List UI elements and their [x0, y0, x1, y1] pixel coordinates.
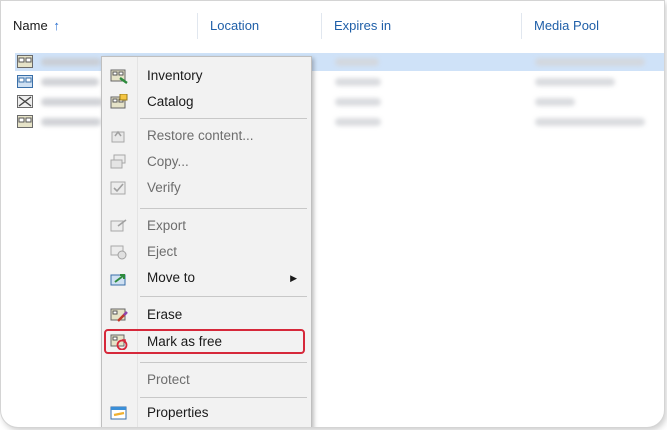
column-header: Name ↑ Location Expires in Media Pool: [1, 1, 664, 41]
restore-icon: [111, 130, 125, 143]
menu-item-move-to[interactable]: Move to ▶: [102, 265, 311, 291]
menu-separator: [140, 296, 307, 297]
menu-item-inventory[interactable]: Inventory: [102, 63, 311, 89]
column-name-label: Name: [13, 18, 48, 33]
sort-ascending-icon: ↑: [53, 18, 60, 33]
blurred-expires: [335, 78, 381, 86]
menu-item-properties[interactable]: Properties: [102, 400, 311, 426]
tape-media-icon: [17, 55, 33, 68]
highlight-box-mark-as-free: [104, 329, 305, 354]
menu-item-protect[interactable]: Protect: [102, 367, 311, 393]
column-expires-in[interactable]: Expires in: [321, 13, 521, 39]
copy-icon: [110, 154, 126, 169]
catalog-icon: [110, 94, 128, 109]
move-to-icon: [110, 274, 126, 286]
context-menu: Inventory Catalog Restore content... Cop…: [101, 56, 312, 427]
menu-item-restore-content[interactable]: Restore content...: [102, 123, 311, 149]
blurred-expires: [335, 98, 381, 106]
blurred-name: [41, 78, 99, 86]
blurred-pool: [535, 58, 645, 66]
menu-separator: [140, 208, 307, 209]
blurred-name: [41, 58, 101, 66]
blurred-name: [41, 118, 101, 126]
column-media-pool[interactable]: Media Pool: [521, 13, 664, 39]
export-icon: [110, 219, 127, 232]
blurred-pool: [535, 78, 615, 86]
column-location[interactable]: Location: [197, 13, 321, 39]
erase-icon: [110, 308, 128, 322]
menu-separator: [140, 118, 307, 119]
submenu-arrow-icon: ▶: [290, 273, 297, 283]
tape-media-icon: [17, 115, 33, 128]
menu-item-eject[interactable]: Eject: [102, 239, 311, 265]
blurred-expires: [335, 58, 379, 66]
eject-icon: [110, 245, 127, 260]
menu-item-catalog[interactable]: Catalog: [102, 89, 311, 115]
inventory-icon: [110, 69, 128, 84]
menu-separator: [140, 397, 307, 398]
column-name[interactable]: Name ↑: [1, 13, 197, 39]
verify-icon: [110, 181, 126, 195]
menu-item-copy[interactable]: Copy...: [102, 149, 311, 175]
menu-item-erase[interactable]: Erase: [102, 302, 311, 328]
menu-item-verify[interactable]: Verify: [102, 175, 311, 201]
blurred-pool: [535, 118, 645, 126]
properties-icon: [110, 406, 127, 420]
menu-separator: [140, 362, 307, 363]
tape-media-icon: [17, 75, 33, 88]
blurred-pool: [535, 98, 575, 106]
blurred-expires: [335, 118, 381, 126]
media-list-window: Name ↑ Location Expires in Media Pool In…: [0, 0, 665, 428]
menu-item-export[interactable]: Export: [102, 213, 311, 239]
blurred-name: [41, 98, 103, 106]
tape-retired-icon: [17, 95, 33, 108]
